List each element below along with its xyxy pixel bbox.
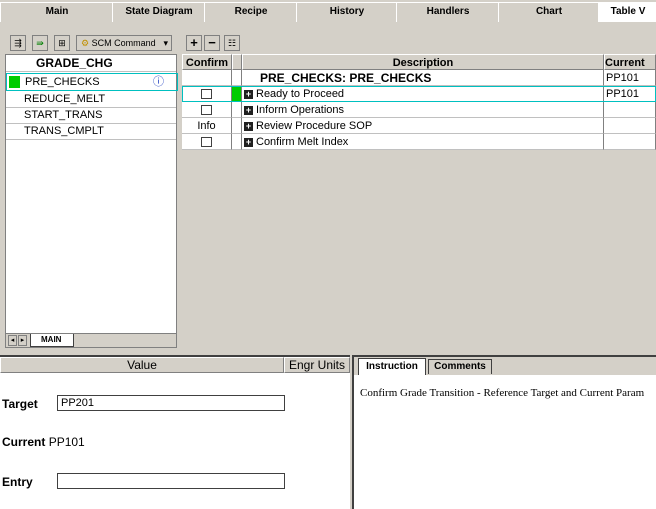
tab-handlers[interactable]: Handlers xyxy=(396,2,501,22)
tab-history[interactable]: History xyxy=(296,2,399,22)
table-cell xyxy=(604,118,656,134)
instruction-panel: Instruction Comments Confirm Grade Trans… xyxy=(352,355,656,509)
entry-label: Entry xyxy=(2,475,33,489)
tab-recipe[interactable]: Recipe xyxy=(204,2,299,22)
tab-comments[interactable]: Comments xyxy=(428,359,492,374)
column-header-current[interactable]: Current xyxy=(604,54,656,70)
table-cell xyxy=(232,70,242,86)
confirm-checkbox[interactable] xyxy=(201,105,212,116)
engr-units-header: Engr Units xyxy=(284,357,350,373)
layout-icon[interactable]: ⊞ xyxy=(54,35,70,51)
scm-command-label: SCM Command xyxy=(91,38,156,48)
table-toolbar: + − ☷ xyxy=(182,33,262,53)
expand-plus-icon[interactable]: + xyxy=(244,89,253,99)
list-item[interactable]: TRANS_CMPLT xyxy=(6,123,176,140)
instruction-tab-bar: Instruction Comments xyxy=(354,357,656,375)
value-header: Value xyxy=(0,357,284,373)
remove-row-button[interactable]: − xyxy=(204,35,220,51)
table-cell[interactable]: + Inform Operations xyxy=(242,102,604,118)
properties-icon[interactable]: ☷ xyxy=(224,35,240,51)
info-icon: ⓘ xyxy=(153,76,164,88)
tab-bar: Main State Diagram Recipe History Handle… xyxy=(0,0,656,22)
target-field[interactable]: PP201 xyxy=(57,395,285,411)
step-icon[interactable]: ⇛ xyxy=(32,35,48,51)
table-cell: PP101 xyxy=(604,70,656,86)
table-cell xyxy=(232,118,242,134)
tab-chart[interactable]: Chart xyxy=(498,2,601,22)
expand-plus-icon[interactable]: + xyxy=(244,121,253,131)
scroll-right-icon[interactable]: ▸ xyxy=(18,335,27,346)
target-label: Target xyxy=(2,397,38,411)
current-value: PP101 xyxy=(48,435,85,449)
add-row-button[interactable]: + xyxy=(186,35,202,51)
list-item[interactable]: START_TRANS xyxy=(6,107,176,124)
expand-plus-icon[interactable]: + xyxy=(244,137,253,147)
table-row[interactable] xyxy=(182,102,232,118)
sheet-tab-main[interactable]: MAIN xyxy=(30,334,74,347)
table-cell xyxy=(604,102,656,118)
value-panel: Value Engr Units Target PP201 Current PP… xyxy=(0,355,350,509)
left-toolbar: ⇶ ⇛ ⊞ ⚙ SCM Command ▾ xyxy=(0,33,180,53)
tab-table-view[interactable]: Table V xyxy=(598,2,656,22)
table-cell xyxy=(604,134,656,150)
list-item[interactable]: PRE_CHECKS ⓘ xyxy=(6,73,178,91)
table-cell xyxy=(232,134,242,150)
sheet-tab-bar: ◂ ▸ MAIN xyxy=(6,333,176,347)
table-row[interactable] xyxy=(182,86,232,102)
confirm-checkbox[interactable] xyxy=(201,89,212,100)
column-header-confirm[interactable]: Confirm xyxy=(182,54,232,70)
tab-instruction[interactable]: Instruction xyxy=(358,358,426,375)
table-title-row: PRE_CHECKS: PRE_CHECKS xyxy=(242,70,604,86)
table-cell xyxy=(182,70,232,86)
list-item[interactable]: REDUCE_MELT xyxy=(6,91,176,108)
current-row: Current PP101 xyxy=(2,435,85,449)
entry-field[interactable] xyxy=(57,473,285,489)
expand-icon[interactable]: ⇶ xyxy=(10,35,26,51)
confirm-checkbox[interactable] xyxy=(201,137,212,148)
scm-icon: ⚙ xyxy=(81,38,90,48)
scroll-left-icon[interactable]: ◂ xyxy=(8,335,17,346)
expand-plus-icon[interactable]: + xyxy=(244,105,253,115)
table-cell[interactable]: + Confirm Melt Index xyxy=(242,134,604,150)
table-row[interactable]: Info xyxy=(182,118,232,134)
column-header-flag xyxy=(232,54,242,70)
active-step-indicator xyxy=(232,86,242,102)
tab-main[interactable]: Main xyxy=(0,2,115,22)
current-label: Current xyxy=(2,435,46,449)
active-step-indicator xyxy=(9,76,20,88)
column-header-description[interactable]: Description xyxy=(242,54,604,70)
table-cell: PP101 xyxy=(604,86,656,102)
tab-state-diagram[interactable]: State Diagram xyxy=(112,2,207,22)
steps-table: Confirm Description Current PRE_CHECKS: … xyxy=(182,54,656,350)
table-cell[interactable]: + Ready to Proceed xyxy=(242,86,604,102)
chevron-down-icon: ▾ xyxy=(163,38,168,48)
step-list-header: GRADE_CHG xyxy=(6,55,176,72)
table-cell xyxy=(232,102,242,118)
instruction-text: Confirm Grade Transition - Reference Tar… xyxy=(360,387,645,399)
table-cell[interactable]: + Review Procedure SOP xyxy=(242,118,604,134)
step-list: GRADE_CHG PRE_CHECKS ⓘ REDUCE_MELT START… xyxy=(5,54,178,348)
table-row[interactable] xyxy=(182,134,232,150)
scm-command-dropdown[interactable]: ⚙ SCM Command ▾ xyxy=(76,35,172,51)
